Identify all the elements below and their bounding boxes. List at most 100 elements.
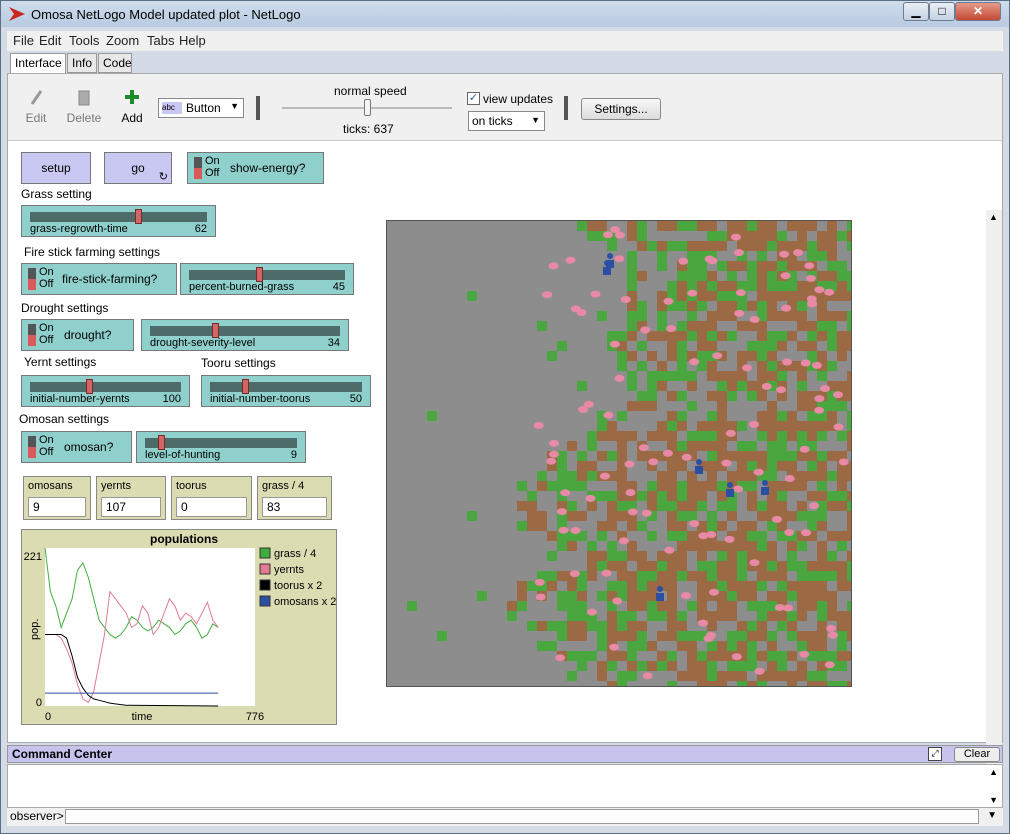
setup-button[interactable]: setup	[21, 152, 91, 184]
patch	[557, 621, 567, 631]
patch	[777, 651, 787, 661]
world-view[interactable]	[386, 220, 857, 691]
slider-track	[150, 326, 340, 336]
drought-severity-slider[interactable]: drought-severity-level 34	[141, 319, 349, 351]
observer-label[interactable]: observer>	[10, 809, 64, 823]
patch	[827, 341, 837, 351]
patch	[687, 641, 697, 651]
expand-icon[interactable]: ⤢	[928, 747, 942, 761]
menu-tools[interactable]: Tools	[69, 33, 99, 48]
show-energy-switch[interactable]: On Off show-energy?	[187, 152, 324, 184]
scroll-up-icon[interactable]: ▲	[989, 212, 998, 222]
patch	[797, 591, 807, 601]
go-button[interactable]: go ↻	[104, 152, 172, 184]
patch	[567, 591, 577, 601]
slider-thumb[interactable]	[241, 379, 249, 394]
patch	[597, 521, 607, 531]
patch	[847, 521, 857, 531]
patch	[627, 521, 637, 531]
settings-button[interactable]: Settings...	[581, 98, 661, 120]
patch	[767, 421, 777, 431]
maximize-button[interactable]: □	[929, 2, 955, 21]
drought-switch[interactable]: On Off drought?	[21, 319, 134, 351]
slider-thumb[interactable]	[256, 267, 264, 282]
tab-interface[interactable]: Interface	[10, 53, 66, 74]
patch	[607, 511, 617, 521]
patch	[547, 571, 557, 581]
slider-thumb[interactable]	[135, 209, 143, 224]
initial-toorus-slider[interactable]: initial-number-toorus 50	[201, 375, 371, 407]
patch	[827, 571, 837, 581]
yernt-agent	[619, 537, 629, 545]
delete-tool[interactable]: Delete	[64, 88, 104, 125]
command-input[interactable]	[65, 809, 979, 824]
minimize-button[interactable]: ▁	[903, 2, 929, 21]
update-mode-dropdown[interactable]: on ticks ▼	[468, 111, 545, 131]
patch	[567, 631, 577, 641]
add-tool[interactable]: Add	[112, 88, 152, 125]
patch	[827, 501, 837, 511]
tab-code[interactable]: Code	[98, 53, 132, 73]
edit-tool[interactable]: Edit	[16, 88, 56, 125]
monitor-label: yernts	[101, 480, 131, 492]
yernt-agent	[590, 290, 601, 298]
view-updates-checkbox[interactable]: ✓	[467, 92, 480, 105]
patch	[577, 651, 587, 661]
slider-value: 9	[290, 449, 297, 461]
yernt-agent	[698, 532, 709, 540]
speed-label: normal speed	[334, 84, 407, 98]
yernt-agent	[560, 489, 571, 497]
menu-help[interactable]: Help	[179, 33, 206, 48]
drought-settings-note: Drought settings	[21, 301, 109, 315]
patch	[797, 281, 807, 291]
vertical-scrollbar[interactable]: ▲ ▼	[986, 210, 1002, 810]
omosan-switch[interactable]: On Off omosan?	[21, 431, 132, 463]
patch	[817, 351, 827, 361]
world-canvas[interactable]	[387, 221, 857, 691]
patch	[707, 431, 717, 441]
patch	[787, 581, 797, 591]
percent-burned-slider[interactable]: percent-burned-grass 45	[180, 263, 354, 295]
scroll-down-icon[interactable]: ▼	[989, 795, 998, 805]
patch	[777, 371, 787, 381]
slider-thumb[interactable]	[158, 435, 166, 450]
patch	[727, 391, 737, 401]
patch	[677, 361, 687, 371]
yernt-agent	[600, 472, 610, 480]
patch	[757, 231, 767, 241]
slider-thumb[interactable]	[212, 323, 220, 338]
patch	[727, 661, 737, 671]
menu-tabs[interactable]: Tabs	[147, 33, 174, 48]
hunting-slider[interactable]: level-of-hunting 9	[136, 431, 306, 463]
patch	[677, 391, 687, 401]
y-axis-label: pop.	[29, 619, 41, 640]
patch	[407, 601, 417, 611]
initial-yernts-slider[interactable]: initial-number-yernts 100	[21, 375, 190, 407]
fire-stick-farming-switch[interactable]: On Off fire-stick-farming?	[21, 263, 177, 295]
menu-zoom[interactable]: Zoom	[106, 33, 139, 48]
tab-info[interactable]: Info	[67, 53, 97, 73]
patch	[627, 381, 637, 391]
patch	[777, 491, 787, 501]
patch	[717, 601, 727, 611]
patch	[797, 231, 807, 241]
yernt-agent	[609, 643, 620, 651]
menu-file[interactable]: File	[13, 33, 34, 48]
menu-edit[interactable]: Edit	[39, 33, 61, 48]
grass-regrowth-slider[interactable]: grass-regrowth-time 62	[21, 205, 216, 237]
patch	[797, 571, 807, 581]
slider-thumb[interactable]	[86, 379, 94, 394]
patch	[637, 491, 647, 501]
separator	[256, 96, 260, 120]
widget-type-select[interactable]: abc Button ▼	[158, 98, 244, 118]
patch	[647, 431, 657, 441]
scroll-up-icon[interactable]: ▲	[989, 767, 998, 777]
speed-slider[interactable]	[364, 99, 371, 116]
patch	[657, 661, 667, 671]
clear-button[interactable]: Clear	[954, 747, 1000, 762]
close-button[interactable]: ✕	[955, 2, 1001, 21]
legend-label: yernts	[274, 564, 304, 576]
patch	[667, 571, 677, 581]
history-dropdown-icon[interactable]: ▼	[987, 810, 997, 821]
patch	[807, 251, 817, 261]
